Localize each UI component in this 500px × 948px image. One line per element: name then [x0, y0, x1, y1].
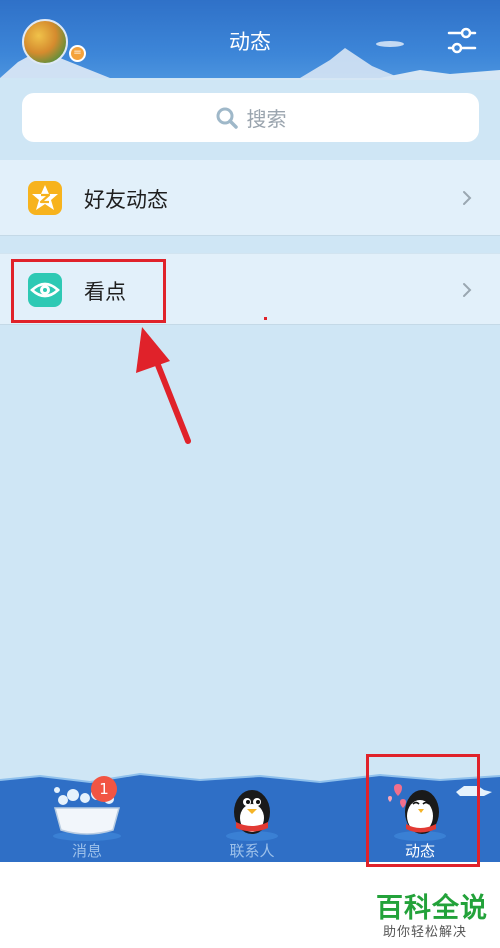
app-screen: = 动态 搜索 好友动态 看点 1 消息 联系人 动态 — [0, 0, 500, 862]
list-item-label: 好友动态 — [84, 188, 168, 212]
search-input[interactable]: 搜索 — [22, 93, 479, 142]
avatar[interactable] — [22, 19, 68, 65]
tab-label: 联系人 — [229, 842, 275, 860]
annotation-arrow-icon — [136, 327, 191, 444]
highlight-box-kandian — [11, 259, 166, 323]
chevron-right-icon — [463, 283, 472, 297]
tab-messages[interactable]: 1 消息 — [27, 770, 147, 862]
page-title: 动态 — [229, 30, 271, 54]
header-bar: = 动态 — [0, 0, 500, 80]
star-z-icon — [28, 181, 62, 215]
annotation-dot — [264, 317, 267, 320]
chevron-right-icon — [463, 191, 472, 205]
watermark-title: 百科全说 — [376, 893, 488, 924]
tab-label: 消息 — [71, 842, 102, 860]
search-placeholder: 搜索 — [246, 107, 287, 131]
penguin-icon — [226, 790, 278, 841]
watermark-subtitle: 助你轻松解决 — [383, 925, 468, 940]
sliders-icon[interactable] — [446, 26, 478, 56]
list-item-friends-moments[interactable]: 好友动态 — [0, 160, 500, 236]
unread-badge: 1 — [91, 776, 117, 802]
highlight-box-moments-tab — [366, 754, 480, 867]
search-icon — [216, 107, 238, 129]
tab-contacts[interactable]: 联系人 — [192, 770, 312, 862]
avatar-status-badge: = — [69, 45, 86, 62]
